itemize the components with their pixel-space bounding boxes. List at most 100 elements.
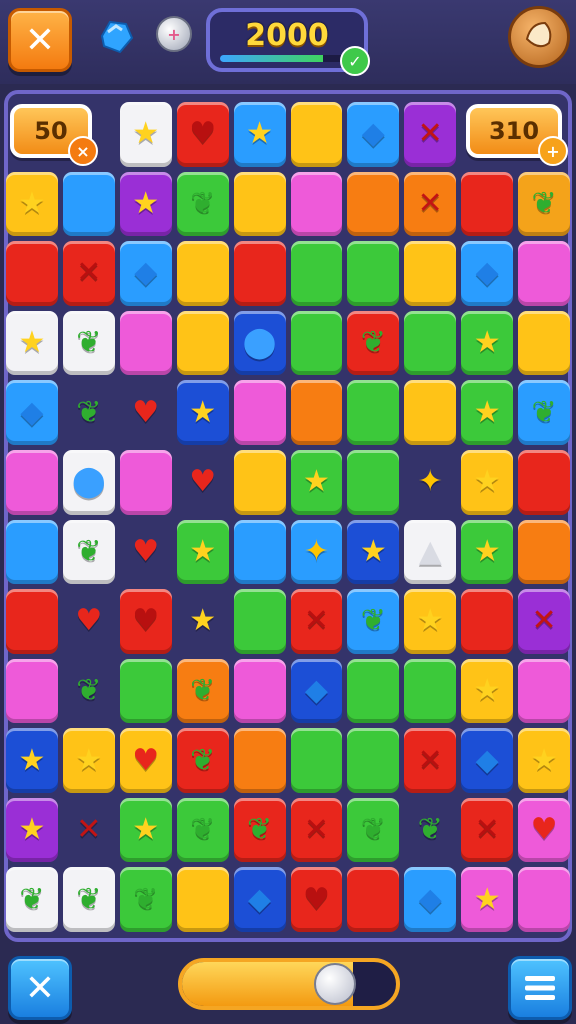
tile-r3-c6[interactable]: ❦ — [347, 310, 400, 376]
tile-r4-c4[interactable] — [233, 380, 286, 445]
tile-r9-c9[interactable]: ★ — [518, 728, 570, 793]
tile-r4-c3[interactable]: ★ — [176, 380, 229, 445]
tile-r9-c5[interactable] — [290, 728, 343, 793]
tile-r0-c5[interactable] — [290, 102, 343, 167]
tile-r7-c8[interactable] — [461, 589, 514, 654]
tile-r6-c3[interactable]: ★ — [176, 519, 229, 585]
tile-r7-c3[interactable]: ★ — [177, 589, 229, 654]
tile-r10-c0[interactable]: ★ — [6, 797, 58, 863]
tile-r8-c2[interactable] — [119, 658, 172, 724]
tile-r9-c4[interactable] — [233, 728, 286, 793]
tile-r0-c4[interactable]: ★ — [233, 102, 286, 167]
tile-r9-c7[interactable]: ✕ — [404, 728, 457, 793]
tile-r7-c4[interactable] — [233, 589, 286, 654]
tile-r11-c9[interactable] — [518, 867, 570, 932]
tile-r4-c1[interactable]: ❦ — [63, 380, 115, 445]
tile-r11-c6[interactable] — [347, 867, 400, 932]
tile-r2-c4[interactable] — [233, 241, 286, 306]
tile-r11-c8[interactable]: ★ — [461, 867, 514, 932]
tile-r8-c8[interactable]: ★ — [461, 658, 514, 724]
tile-r6-c9[interactable] — [518, 519, 570, 585]
tile-r9-c6[interactable] — [347, 728, 400, 793]
tile-r7-c9[interactable]: ✕ — [518, 589, 570, 654]
tile-r1-c7[interactable]: ✕ — [404, 171, 457, 237]
tile-r8-c0[interactable] — [6, 658, 58, 724]
tile-r3-c9[interactable] — [518, 310, 570, 376]
tile-r7-c0[interactable] — [6, 589, 58, 654]
tile-r1-c8[interactable] — [461, 171, 514, 237]
tile-r0-c6[interactable]: ◆ — [347, 102, 400, 167]
tile-r11-c4[interactable]: ◆ — [233, 867, 286, 932]
tile-r6-c7[interactable]: ▲ — [404, 519, 457, 585]
tile-r7-c7[interactable]: ★ — [404, 589, 457, 654]
tile-r10-c7[interactable]: ❦ — [404, 798, 456, 863]
tile-r1-c6[interactable] — [347, 171, 400, 237]
tile-r5-c0[interactable] — [6, 449, 58, 515]
tile-r7-c6[interactable]: ❦ — [347, 589, 400, 654]
tile-r8-c9[interactable] — [518, 658, 570, 724]
blue-gem-icon[interactable] — [96, 16, 136, 56]
tile-r0-c2[interactable]: ★ — [119, 102, 172, 167]
exit-button[interactable]: ✕ — [8, 956, 72, 1020]
tile-r10-c4[interactable]: ❦ — [233, 797, 286, 863]
tile-r10-c3[interactable]: ❦ — [176, 797, 229, 863]
tile-r1-c1[interactable] — [62, 171, 115, 237]
tile-r11-c5[interactable]: ♥ — [290, 867, 343, 932]
tile-r8-c7[interactable] — [404, 658, 457, 724]
tile-r3-c2[interactable] — [119, 310, 172, 376]
slider-knob[interactable] — [313, 963, 356, 1005]
tile-r3-c0[interactable]: ★ — [6, 310, 58, 376]
tile-r1-c3[interactable]: ❦ — [176, 171, 229, 237]
tile-r6-c0[interactable] — [6, 519, 58, 585]
tile-r0-c3[interactable]: ♥ — [176, 102, 229, 167]
tile-r11-c7[interactable]: ◆ — [404, 867, 457, 932]
tile-r8-c6[interactable] — [347, 658, 400, 724]
tile-r4-c2[interactable]: ♥ — [120, 380, 172, 445]
tile-r2-c9[interactable] — [518, 241, 570, 306]
tile-r1-c4[interactable] — [233, 171, 286, 237]
tile-r2-c7[interactable] — [404, 241, 457, 306]
tile-r4-c8[interactable]: ★ — [461, 380, 514, 445]
tile-r4-c9[interactable]: ❦ — [518, 380, 570, 445]
tile-r0-c7[interactable]: ✕ — [404, 102, 457, 167]
tile-r1-c2[interactable]: ★ — [119, 171, 172, 237]
tile-r2-c0[interactable] — [6, 241, 58, 306]
tile-r2-c5[interactable] — [290, 241, 343, 306]
level-slider[interactable] — [178, 958, 400, 1010]
tile-r6-c4[interactable] — [233, 519, 286, 585]
tile-r5-c2[interactable] — [119, 449, 172, 515]
tile-r5-c5[interactable]: ★ — [290, 449, 343, 515]
tile-r10-c6[interactable]: ❦ — [347, 797, 400, 863]
tile-r2-c8[interactable]: ◆ — [461, 241, 514, 306]
menu-button[interactable] — [508, 956, 572, 1020]
tile-r9-c1[interactable]: ★ — [62, 728, 115, 793]
tile-r5-c1[interactable]: ⬤ — [62, 449, 115, 515]
tile-r4-c5[interactable] — [290, 380, 343, 445]
tile-r2-c2[interactable]: ◆ — [119, 241, 172, 306]
tile-r4-c7[interactable] — [404, 380, 457, 445]
tile-r4-c6[interactable] — [347, 380, 400, 445]
tile-r3-c1[interactable]: ❦ — [62, 310, 115, 376]
tile-r10-c8[interactable]: ✕ — [461, 797, 514, 863]
tile-r3-c3[interactable] — [176, 310, 229, 376]
tile-r10-c5[interactable]: ✕ — [290, 797, 343, 863]
tile-r7-c5[interactable]: ✕ — [290, 589, 343, 654]
tile-r7-c1[interactable]: ♥ — [63, 589, 115, 654]
tile-r2-c3[interactable] — [176, 241, 229, 306]
tile-r11-c1[interactable]: ❦ — [62, 867, 115, 932]
tile-r8-c3[interactable]: ❦ — [176, 658, 229, 724]
tile-r5-c8[interactable]: ★ — [461, 449, 514, 515]
tile-r6-c2[interactable]: ♥ — [120, 520, 172, 585]
tile-r5-c9[interactable] — [518, 449, 570, 515]
tile-r1-c0[interactable]: ★ — [6, 171, 58, 237]
coins-add-badge[interactable]: + — [538, 136, 568, 166]
tile-r11-c0[interactable]: ❦ — [6, 867, 58, 932]
tile-r3-c7[interactable] — [404, 310, 457, 376]
tile-r4-c0[interactable]: ◆ — [6, 380, 58, 445]
tile-r8-c4[interactable] — [233, 658, 286, 724]
tile-r10-c9[interactable]: ♥ — [518, 797, 570, 863]
tile-r8-c1[interactable]: ❦ — [63, 659, 115, 724]
cookie-avatar-icon[interactable] — [508, 6, 570, 68]
tile-r1-c9[interactable]: ❦ — [518, 171, 570, 237]
tile-r5-c4[interactable] — [233, 449, 286, 515]
